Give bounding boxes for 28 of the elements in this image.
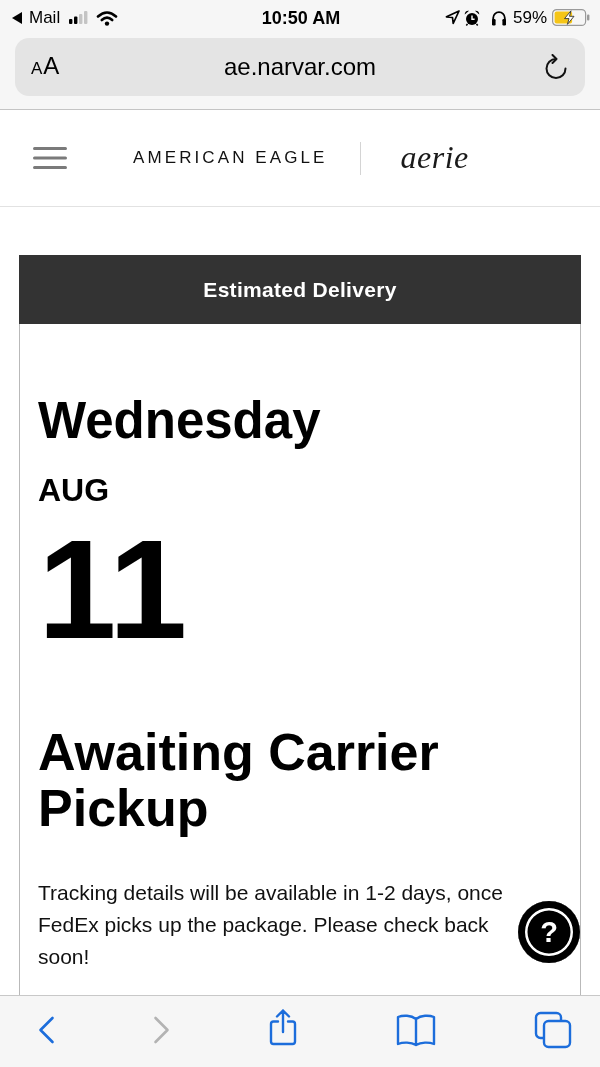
clock-time: 10:50 AM (261, 7, 341, 28)
battery-charging-icon (552, 9, 590, 26)
back-arrow-icon[interactable] (12, 11, 22, 24)
delivery-day: 11 (38, 519, 562, 660)
shipment-status: Awaiting Carrier Pickup (38, 724, 440, 836)
wifi-icon (96, 9, 119, 26)
tabs-icon[interactable] (534, 1010, 572, 1049)
headphones-icon (490, 9, 507, 26)
card-title: Estimated Delivery (203, 277, 397, 302)
status-message: Tracking details will be available in 1-2 days, once FedEx picks up the package. Please check back soon! (38, 880, 504, 970)
url-text: ae.narvar.com (223, 53, 377, 81)
back-app-label[interactable]: Mail (29, 7, 61, 28)
brand-name[interactable]: AMERICAN EAGLE (133, 148, 328, 168)
sub-brand-name[interactable]: aerie (400, 139, 469, 175)
signal-icon (69, 11, 89, 24)
menu-icon[interactable] (33, 147, 67, 169)
address-bar[interactable]: AA ae.narvar.com (15, 38, 585, 96)
alarm-clock-icon (463, 9, 480, 26)
reload-icon[interactable] (543, 54, 569, 80)
location-arrow-icon (444, 10, 460, 25)
delivery-month: AUG (38, 471, 111, 509)
text-size-button[interactable]: AA (31, 51, 61, 83)
battery-percent: 59% (512, 7, 547, 28)
share-icon[interactable] (268, 1007, 298, 1046)
book-icon[interactable] (396, 1012, 436, 1047)
help-button[interactable]: ? (518, 901, 580, 963)
back-icon[interactable] (38, 1015, 55, 1044)
delivery-weekday: Wednesday (38, 391, 322, 451)
